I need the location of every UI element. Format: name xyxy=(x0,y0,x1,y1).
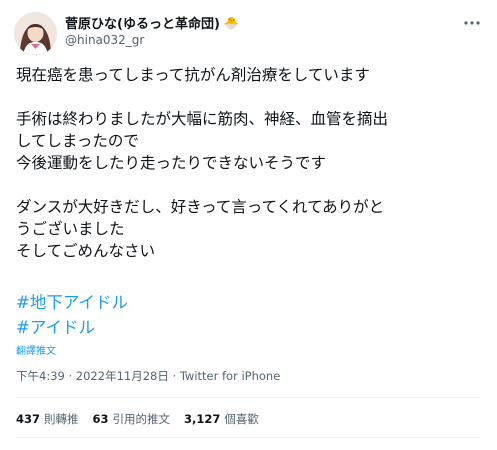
retweets-count: 437 xyxy=(16,412,41,426)
translate-tweet-link[interactable]: 翻譯推文 xyxy=(16,342,56,357)
likes-label: 個喜歡 xyxy=(224,412,259,426)
likes-stat[interactable]: 3,127 個喜歡 xyxy=(184,411,259,427)
tweet-source[interactable]: Twitter for iPhone xyxy=(180,369,281,383)
tweet-line: ダンスが大好きだし、好きって言ってくれてありがと xyxy=(16,198,385,216)
likes-count: 3,127 xyxy=(184,412,221,426)
tweet-line: そしてごめんなさい xyxy=(16,242,156,260)
more-dots-icon[interactable] xyxy=(461,12,483,34)
divider xyxy=(16,397,481,398)
tweet-line: 手術は終わりましたが大幅に筋肉、神経、血管を摘出 xyxy=(16,110,389,128)
meta-separator: · xyxy=(68,369,73,383)
tweet-stats: 437 則轉推 63 引用的推文 3,127 個喜歡 xyxy=(16,411,259,427)
tweet-text: 現在癌を患ってしまって抗がん剤治療をしています 手術は終わりましたが大幅に筋肉、… xyxy=(16,64,486,262)
tweet-line: うございました xyxy=(16,220,125,238)
author-name-row[interactable]: 菅原ひな(ゆるっと革命団) 🐣 xyxy=(65,13,239,33)
more-dots-glyph xyxy=(464,21,480,25)
tweet-date[interactable]: 2022年11月28日 xyxy=(76,369,169,383)
quotes-label: 引用的推文 xyxy=(112,412,171,426)
display-name[interactable]: 菅原ひな(ゆるっと革命団) xyxy=(65,13,220,32)
quotes-stat[interactable]: 63 引用的推文 xyxy=(93,411,171,427)
author-handle[interactable]: @hina032_gr xyxy=(65,33,144,47)
tweet-line: 今後運動をしたり走ったりできないそうです xyxy=(16,154,327,172)
tweet-line: してしまったので xyxy=(16,132,139,150)
tweet-timestamp: 下午4:39 · 2022年11月28日 · Twitter for iPhon… xyxy=(16,368,280,384)
profile-photo-icon xyxy=(14,12,57,55)
chick-emoji-icon: 🐣 xyxy=(223,15,239,30)
tweet-card: 菅原ひな(ゆるっと革命団) 🐣 @hina032_gr 現在癌を患ってしまって抗… xyxy=(0,0,497,450)
retweets-stat[interactable]: 437 則轉推 xyxy=(16,411,79,427)
tweet-time[interactable]: 下午4:39 xyxy=(16,369,65,383)
divider xyxy=(16,437,481,438)
retweets-label: 則轉推 xyxy=(44,412,79,426)
hashtag-list: #地下アイドル #アイドル xyxy=(16,290,128,340)
quotes-count: 63 xyxy=(92,412,109,426)
tweet-line: 現在癌を患ってしまって抗がん剤治療をしています xyxy=(16,66,370,84)
avatar[interactable] xyxy=(14,12,57,55)
meta-separator: · xyxy=(172,369,177,383)
hashtag-link[interactable]: #アイドル xyxy=(16,315,128,340)
hashtag-link[interactable]: #地下アイドル xyxy=(16,290,128,315)
